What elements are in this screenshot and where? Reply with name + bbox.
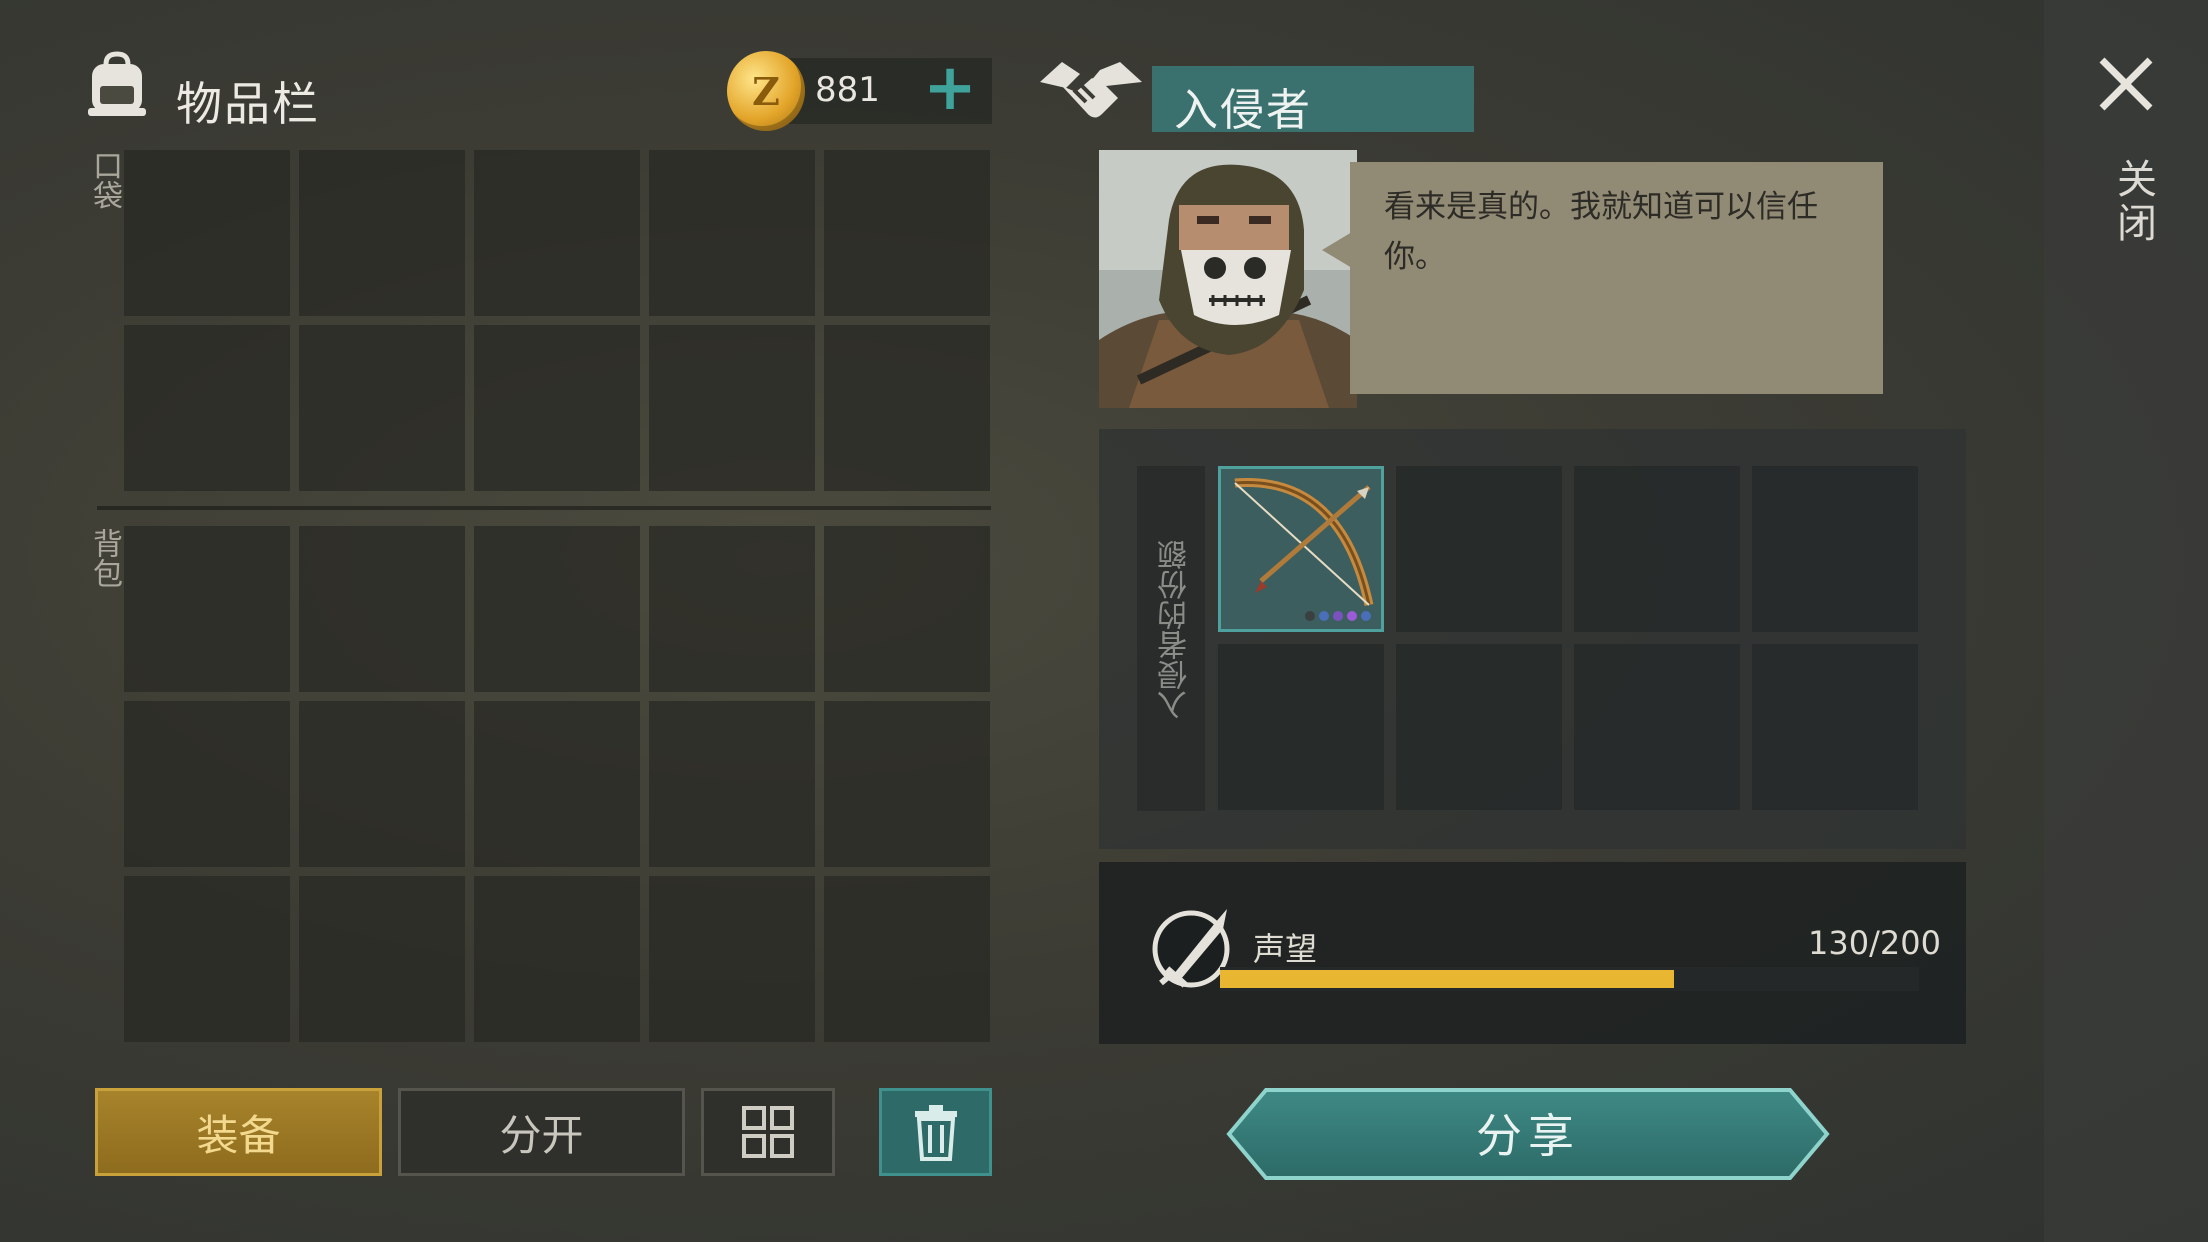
offer-slot[interactable] bbox=[1574, 644, 1740, 810]
backpack-slot[interactable] bbox=[474, 526, 640, 692]
coin-icon: Z bbox=[727, 51, 805, 131]
rarity-dot bbox=[1319, 611, 1329, 621]
pocket-slot[interactable] bbox=[474, 325, 640, 491]
trader-dialogue: 看来是真的。我就知道可以信任你。 bbox=[1384, 189, 1818, 275]
trader-offer-grid bbox=[1218, 466, 1918, 810]
backpack-slot[interactable] bbox=[474, 701, 640, 867]
trader-offer-label: 入侵者的份额 bbox=[1158, 540, 1193, 720]
backpack-slot[interactable] bbox=[474, 876, 640, 1042]
reputation-value: 130/200 bbox=[1808, 924, 1941, 962]
reputation-bar-fill bbox=[1220, 970, 1675, 988]
rarity-dot bbox=[1305, 611, 1315, 621]
rarity-dot bbox=[1333, 611, 1343, 621]
backpack-slot[interactable] bbox=[299, 876, 465, 1042]
pocket-grid bbox=[124, 150, 990, 491]
share-button-label[interactable]: 分享 bbox=[1226, 1100, 1830, 1166]
offer-slot[interactable] bbox=[1752, 466, 1918, 632]
trash-button[interactable] bbox=[879, 1088, 992, 1176]
close-label[interactable]: 关闭 bbox=[2104, 158, 2162, 246]
sort-button[interactable] bbox=[701, 1088, 835, 1176]
rarity-dot bbox=[1347, 611, 1357, 621]
backpack-slot[interactable] bbox=[649, 701, 815, 867]
pocket-slot[interactable] bbox=[649, 150, 815, 316]
backpack-slot[interactable] bbox=[824, 701, 990, 867]
pocket-slot[interactable] bbox=[299, 150, 465, 316]
reputation-label: 声望 bbox=[1253, 930, 1318, 968]
equip-button[interactable]: 装备 bbox=[95, 1088, 382, 1176]
section-divider bbox=[97, 506, 991, 510]
backpack-slot[interactable] bbox=[124, 701, 290, 867]
offer-slot-bow[interactable] bbox=[1218, 466, 1384, 632]
speech-bubble-tail bbox=[1322, 232, 1352, 268]
pocket-slot[interactable] bbox=[124, 325, 290, 491]
backpack-slot[interactable] bbox=[649, 526, 815, 692]
coin-amount: 881 bbox=[815, 70, 880, 110]
backpack-slot[interactable] bbox=[124, 526, 290, 692]
rarity-dots bbox=[1305, 611, 1371, 621]
offer-slot[interactable] bbox=[1396, 466, 1562, 632]
pocket-slot[interactable] bbox=[824, 325, 990, 491]
backpack-grid bbox=[124, 526, 990, 1042]
backpack-slot[interactable] bbox=[824, 526, 990, 692]
offer-slot[interactable] bbox=[1396, 644, 1562, 810]
backpack-slot[interactable] bbox=[299, 526, 465, 692]
pocket-slot[interactable] bbox=[474, 150, 640, 316]
pocket-slot[interactable] bbox=[649, 325, 815, 491]
trash-icon bbox=[914, 1105, 957, 1161]
backpack-slot[interactable] bbox=[824, 876, 990, 1042]
offer-slot[interactable] bbox=[1218, 644, 1384, 810]
pocket-slot[interactable] bbox=[299, 325, 465, 491]
add-coins-button[interactable]: + bbox=[920, 56, 980, 126]
pocket-label: 口袋 bbox=[87, 150, 122, 210]
backpack-slot[interactable] bbox=[299, 701, 465, 867]
split-button[interactable]: 分开 bbox=[398, 1088, 685, 1176]
offer-slot[interactable] bbox=[1752, 644, 1918, 810]
inventory-title: 物品栏 bbox=[176, 77, 320, 131]
sort-grid-icon bbox=[742, 1106, 794, 1158]
pocket-slot[interactable] bbox=[824, 150, 990, 316]
backpack-label: 背包 bbox=[87, 528, 122, 588]
pocket-slot[interactable] bbox=[124, 150, 290, 316]
bow-icon bbox=[1234, 478, 1374, 606]
rarity-dot bbox=[1361, 611, 1371, 621]
handshake-icon bbox=[1040, 62, 1142, 118]
offer-slot[interactable] bbox=[1574, 466, 1740, 632]
trader-name: 入侵者 bbox=[1174, 85, 1312, 136]
backpack-slot[interactable] bbox=[124, 876, 290, 1042]
backpack-slot[interactable] bbox=[649, 876, 815, 1042]
close-icon[interactable] bbox=[2094, 52, 2158, 116]
backpack-icon bbox=[88, 51, 146, 116]
trader-portrait bbox=[1099, 150, 1357, 408]
